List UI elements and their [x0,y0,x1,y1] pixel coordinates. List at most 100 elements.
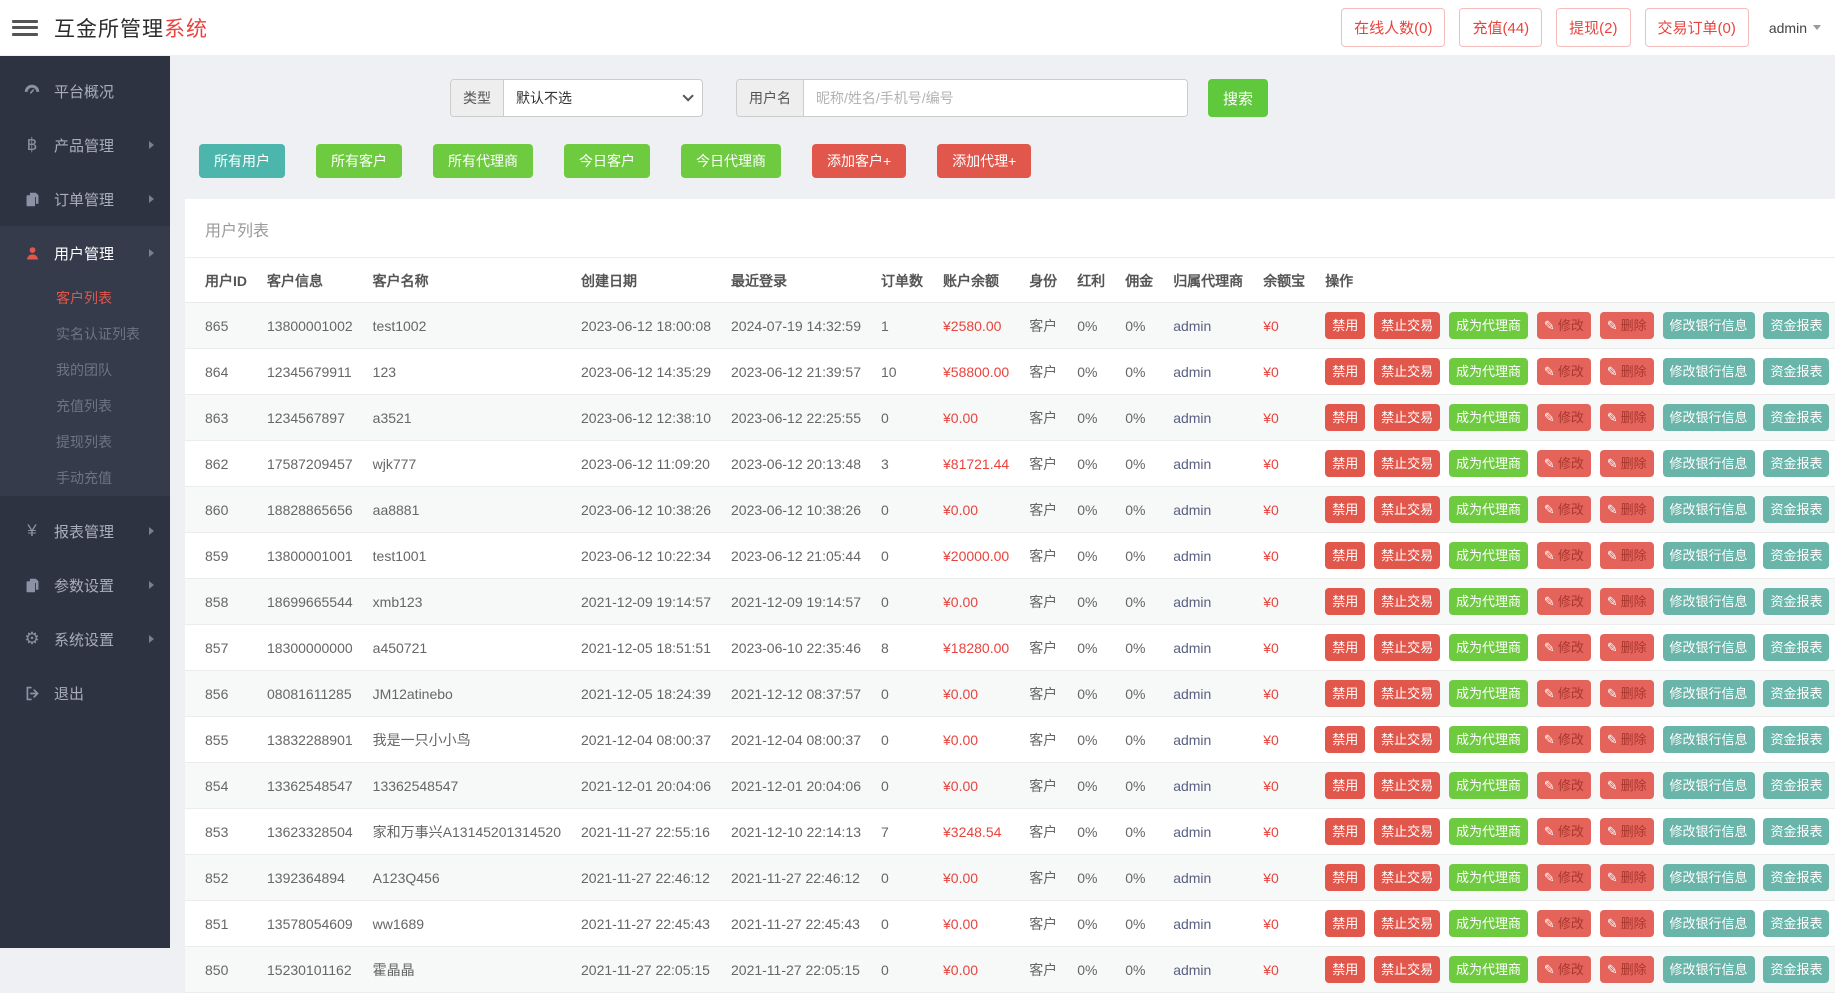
sidebar-item-logout[interactable]: 退出 [0,666,170,720]
all-users-button[interactable]: 所有用户 [199,144,285,178]
forbid-trade-button[interactable]: 禁止交易 [1374,450,1440,477]
type-select[interactable]: 默认不选 [504,80,702,116]
all-customers-button[interactable]: 所有客户 [316,144,402,178]
edit-button[interactable]: ✎修改 [1537,726,1591,753]
disable-button[interactable]: 禁用 [1325,588,1365,615]
sidebar-subitem-withdraw-list[interactable]: 提现列表 [0,424,170,460]
become-agent-button[interactable]: 成为代理商 [1449,864,1528,891]
edit-bank-info-button[interactable]: 修改银行信息 [1663,450,1755,477]
delete-button[interactable]: ✎删除 [1600,588,1654,615]
fund-report-button[interactable]: 资金报表 [1763,358,1829,385]
become-agent-button[interactable]: 成为代理商 [1449,956,1528,983]
delete-button[interactable]: ✎删除 [1600,542,1654,569]
fund-report-button[interactable]: 资金报表 [1763,542,1829,569]
become-agent-button[interactable]: 成为代理商 [1449,312,1528,339]
sidebar-subitem-manual-recharge[interactable]: 手动充值 [0,460,170,496]
fund-report-button[interactable]: 资金报表 [1763,726,1829,753]
search-button[interactable]: 搜索 [1208,79,1268,117]
edit-button[interactable]: ✎修改 [1537,634,1591,661]
sidebar-subitem-customer-list[interactable]: 客户列表 [0,280,170,316]
sidebar-item-parameter-settings[interactable]: 参数设置 [0,558,170,612]
become-agent-button[interactable]: 成为代理商 [1449,542,1528,569]
forbid-trade-button[interactable]: 禁止交易 [1374,634,1440,661]
add-customer-button[interactable]: 添加客户+ [812,144,906,178]
menu-toggle-icon[interactable] [12,18,38,38]
all-agents-button[interactable]: 所有代理商 [433,144,533,178]
become-agent-button[interactable]: 成为代理商 [1449,634,1528,661]
edit-bank-info-button[interactable]: 修改银行信息 [1663,910,1755,937]
withdraw-button[interactable]: 提现(2) [1556,8,1630,47]
sidebar-item-product-management[interactable]: ฿ 产品管理 [0,118,170,172]
sidebar-item-report-management[interactable]: ¥ 报表管理 [0,504,170,558]
fund-report-button[interactable]: 资金报表 [1763,680,1829,707]
fund-report-button[interactable]: 资金报表 [1763,588,1829,615]
delete-button[interactable]: ✎删除 [1600,910,1654,937]
become-agent-button[interactable]: 成为代理商 [1449,358,1528,385]
edit-bank-info-button[interactable]: 修改银行信息 [1663,588,1755,615]
delete-button[interactable]: ✎删除 [1600,956,1654,983]
forbid-trade-button[interactable]: 禁止交易 [1374,818,1440,845]
forbid-trade-button[interactable]: 禁止交易 [1374,910,1440,937]
disable-button[interactable]: 禁用 [1325,542,1365,569]
fund-report-button[interactable]: 资金报表 [1763,496,1829,523]
edit-button[interactable]: ✎修改 [1537,542,1591,569]
forbid-trade-button[interactable]: 禁止交易 [1374,404,1440,431]
edit-bank-info-button[interactable]: 修改银行信息 [1663,404,1755,431]
become-agent-button[interactable]: 成为代理商 [1449,910,1528,937]
disable-button[interactable]: 禁用 [1325,818,1365,845]
fund-report-button[interactable]: 资金报表 [1763,956,1829,983]
delete-button[interactable]: ✎删除 [1600,450,1654,477]
trade-orders-button[interactable]: 交易订单(0) [1645,8,1749,47]
forbid-trade-button[interactable]: 禁止交易 [1374,358,1440,385]
fund-report-button[interactable]: 资金报表 [1763,818,1829,845]
fund-report-button[interactable]: 资金报表 [1763,772,1829,799]
fund-report-button[interactable]: 资金报表 [1763,864,1829,891]
disable-button[interactable]: 禁用 [1325,404,1365,431]
become-agent-button[interactable]: 成为代理商 [1449,818,1528,845]
sidebar-item-system-settings[interactable]: ⚙ 系统设置 [0,612,170,666]
sidebar-item-order-management[interactable]: 订单管理 [0,172,170,226]
online-users-button[interactable]: 在线人数(0) [1341,8,1445,47]
delete-button[interactable]: ✎删除 [1600,634,1654,661]
admin-dropdown[interactable]: admin [1769,20,1821,36]
edit-bank-info-button[interactable]: 修改银行信息 [1663,818,1755,845]
forbid-trade-button[interactable]: 禁止交易 [1374,864,1440,891]
delete-button[interactable]: ✎删除 [1600,496,1654,523]
edit-button[interactable]: ✎修改 [1537,450,1591,477]
edit-button[interactable]: ✎修改 [1537,496,1591,523]
become-agent-button[interactable]: 成为代理商 [1449,680,1528,707]
become-agent-button[interactable]: 成为代理商 [1449,588,1528,615]
disable-button[interactable]: 禁用 [1325,450,1365,477]
fund-report-button[interactable]: 资金报表 [1763,634,1829,661]
edit-button[interactable]: ✎修改 [1537,680,1591,707]
delete-button[interactable]: ✎删除 [1600,726,1654,753]
edit-bank-info-button[interactable]: 修改银行信息 [1663,542,1755,569]
today-agents-button[interactable]: 今日代理商 [681,144,781,178]
edit-bank-info-button[interactable]: 修改银行信息 [1663,634,1755,661]
disable-button[interactable]: 禁用 [1325,910,1365,937]
delete-button[interactable]: ✎删除 [1600,312,1654,339]
sidebar-subitem-my-team[interactable]: 我的团队 [0,352,170,388]
username-input[interactable] [804,80,1187,116]
delete-button[interactable]: ✎删除 [1600,772,1654,799]
delete-button[interactable]: ✎删除 [1600,818,1654,845]
forbid-trade-button[interactable]: 禁止交易 [1374,680,1440,707]
edit-bank-info-button[interactable]: 修改银行信息 [1663,726,1755,753]
become-agent-button[interactable]: 成为代理商 [1449,772,1528,799]
edit-button[interactable]: ✎修改 [1537,910,1591,937]
edit-bank-info-button[interactable]: 修改银行信息 [1663,358,1755,385]
forbid-trade-button[interactable]: 禁止交易 [1374,588,1440,615]
delete-button[interactable]: ✎删除 [1600,404,1654,431]
delete-button[interactable]: ✎删除 [1600,864,1654,891]
edit-button[interactable]: ✎修改 [1537,312,1591,339]
recharge-button[interactable]: 充值(44) [1459,8,1542,47]
disable-button[interactable]: 禁用 [1325,312,1365,339]
disable-button[interactable]: 禁用 [1325,864,1365,891]
delete-button[interactable]: ✎删除 [1600,680,1654,707]
disable-button[interactable]: 禁用 [1325,496,1365,523]
disable-button[interactable]: 禁用 [1325,956,1365,983]
forbid-trade-button[interactable]: 禁止交易 [1374,956,1440,983]
disable-button[interactable]: 禁用 [1325,680,1365,707]
disable-button[interactable]: 禁用 [1325,358,1365,385]
become-agent-button[interactable]: 成为代理商 [1449,404,1528,431]
